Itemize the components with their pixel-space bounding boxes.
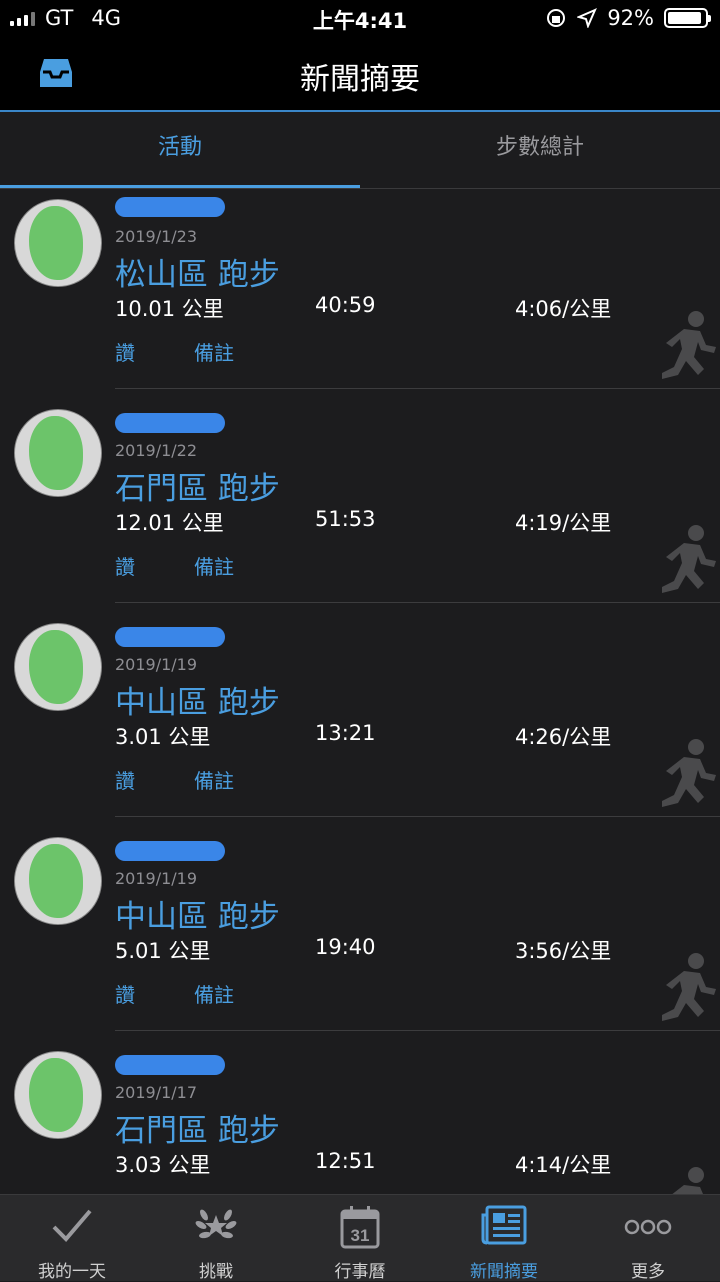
activity-date: 2019/1/23 bbox=[115, 227, 198, 246]
running-icon bbox=[662, 739, 716, 807]
user-name-redacted bbox=[115, 197, 225, 217]
activity-title[interactable]: 松山區 跑步 bbox=[115, 249, 280, 294]
tab-label: 挑戰 bbox=[199, 1262, 233, 1282]
user-name-redacted bbox=[115, 627, 225, 647]
calendar-day: 31 bbox=[351, 1226, 370, 1245]
tab-my-day[interactable]: 我的一天 bbox=[0, 1195, 144, 1282]
activity-date: 2019/1/22 bbox=[115, 441, 198, 460]
avatar[interactable] bbox=[14, 623, 102, 711]
tab-activities[interactable]: 活動 bbox=[0, 112, 360, 188]
tab-label: 更多 bbox=[631, 1262, 665, 1282]
activity-pace: 4:19/公里 bbox=[515, 511, 612, 535]
activity-feed[interactable]: 2019/1/23 松山區 跑步 10.01 公里 40:59 4:06/公里 … bbox=[0, 189, 720, 1194]
feed-item[interactable]: 2019/1/17 石門區 跑步 3.03 公里 12:51 4:14/公里 讚… bbox=[0, 1031, 720, 1194]
activity-pace: 3:56/公里 bbox=[515, 939, 612, 963]
tab-step-totals[interactable]: 步數總計 bbox=[360, 112, 720, 188]
activity-duration: 40:59 bbox=[315, 293, 376, 317]
activity-pace: 4:14/公里 bbox=[515, 1153, 612, 1177]
activity-distance: 3.01 公里 bbox=[115, 725, 211, 749]
comment-button[interactable]: 備註 bbox=[194, 979, 234, 1008]
running-icon bbox=[672, 1167, 704, 1194]
tab-label: 新聞摘要 bbox=[470, 1262, 538, 1282]
activity-distance: 3.03 公里 bbox=[115, 1153, 211, 1177]
feed-item[interactable]: 2019/1/23 松山區 跑步 10.01 公里 40:59 4:06/公里 … bbox=[0, 189, 720, 389]
comment-button[interactable]: 備註 bbox=[194, 765, 234, 794]
activity-title[interactable]: 中山區 跑步 bbox=[115, 677, 280, 722]
activity-date: 2019/1/19 bbox=[115, 655, 198, 674]
comment-button[interactable]: 備註 bbox=[194, 551, 234, 580]
activity-pace: 4:26/公里 bbox=[515, 725, 612, 749]
tab-label: 我的一天 bbox=[38, 1262, 106, 1282]
user-name-redacted bbox=[115, 1055, 225, 1075]
activity-distance: 5.01 公里 bbox=[115, 939, 211, 963]
activity-title[interactable]: 石門區 跑步 bbox=[115, 463, 280, 508]
feed-item[interactable]: 2019/1/22 石門區 跑步 12.01 公里 51:53 4:19/公里 … bbox=[0, 389, 720, 603]
running-icon bbox=[662, 953, 716, 1021]
newsfeed-icon bbox=[481, 1205, 527, 1245]
user-name-redacted bbox=[115, 841, 225, 861]
activity-date: 2019/1/19 bbox=[115, 869, 198, 888]
running-icon bbox=[662, 311, 716, 379]
like-button[interactable]: 讚 bbox=[115, 551, 135, 580]
like-button[interactable]: 讚 bbox=[115, 765, 135, 794]
avatar[interactable] bbox=[14, 1051, 102, 1139]
activity-date: 2019/1/17 bbox=[115, 1083, 198, 1102]
nav-header: 新聞摘要 bbox=[0, 38, 720, 110]
activity-title[interactable]: 石門區 跑步 bbox=[115, 1105, 280, 1150]
activity-duration: 13:21 bbox=[315, 721, 376, 745]
running-icon bbox=[662, 525, 716, 593]
feed-item[interactable]: 2019/1/19 中山區 跑步 3.01 公里 13:21 4:26/公里 讚… bbox=[0, 603, 720, 817]
rotation-lock-icon bbox=[547, 9, 566, 27]
avatar[interactable] bbox=[14, 837, 102, 925]
location-icon bbox=[577, 8, 598, 28]
status-bar: GT 4G 上午4:41 92% bbox=[0, 0, 720, 38]
avatar[interactable] bbox=[14, 409, 102, 497]
activity-distance: 10.01 公里 bbox=[115, 297, 224, 321]
activity-duration: 12:51 bbox=[315, 1149, 376, 1173]
tab-label: 行事曆 bbox=[334, 1262, 386, 1282]
bottom-tab-bar: 我的一天 挑戰 31 行事曆 新聞摘要 更多 bbox=[0, 1194, 720, 1282]
laurel-icon bbox=[195, 1209, 237, 1239]
like-button[interactable]: 讚 bbox=[115, 337, 135, 366]
checkmark-icon bbox=[52, 1209, 92, 1242]
comment-button[interactable]: 備註 bbox=[194, 337, 234, 366]
tab-challenges[interactable]: 挑戰 bbox=[144, 1195, 288, 1282]
more-icon bbox=[624, 1219, 672, 1235]
tab-news-feed[interactable]: 新聞摘要 bbox=[432, 1195, 576, 1282]
tab-more[interactable]: 更多 bbox=[576, 1195, 720, 1282]
feed-item[interactable]: 2019/1/19 中山區 跑步 5.01 公里 19:40 3:56/公里 讚… bbox=[0, 817, 720, 1031]
avatar[interactable] bbox=[14, 199, 102, 287]
calendar-icon: 31 bbox=[340, 1206, 380, 1249]
battery-icon bbox=[664, 8, 711, 28]
segment-tabs: 活動 步數總計 bbox=[0, 112, 720, 189]
page-title: 新聞摘要 bbox=[300, 62, 420, 97]
battery-percent: 92% bbox=[607, 6, 654, 30]
tab-calendar[interactable]: 31 行事曆 bbox=[288, 1195, 432, 1282]
user-name-redacted bbox=[115, 413, 225, 433]
activity-title[interactable]: 中山區 跑步 bbox=[115, 891, 280, 936]
activity-duration: 19:40 bbox=[315, 935, 376, 959]
activity-distance: 12.01 公里 bbox=[115, 511, 224, 535]
activity-pace: 4:06/公里 bbox=[515, 297, 612, 321]
activity-duration: 51:53 bbox=[315, 507, 376, 531]
like-button[interactable]: 讚 bbox=[115, 979, 135, 1008]
